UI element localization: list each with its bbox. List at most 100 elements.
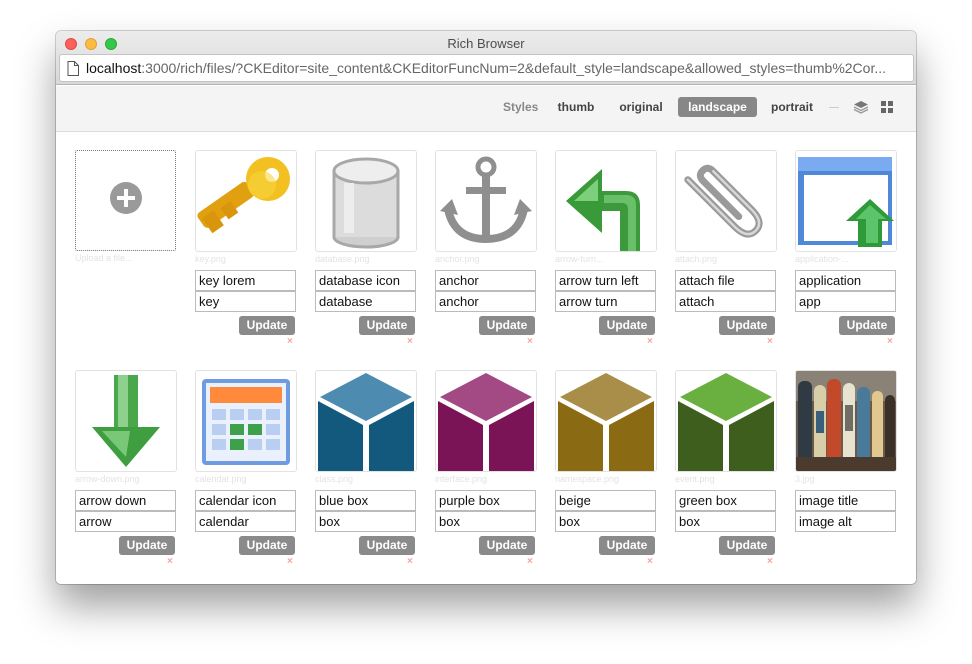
- title-field[interactable]: [75, 490, 176, 511]
- alt-field[interactable]: [435, 511, 536, 532]
- update-button[interactable]: Update: [839, 316, 895, 335]
- file-thumbnail[interactable]: [795, 370, 897, 472]
- title-field[interactable]: [195, 490, 296, 511]
- alt-field[interactable]: [195, 291, 296, 312]
- paperclip-icon: [684, 164, 763, 238]
- file-card: class.png Update ×: [315, 370, 417, 567]
- styles-toolbar: Styles thumb original landscape portrait: [56, 86, 916, 132]
- alt-field[interactable]: [795, 291, 896, 312]
- file-thumbnail[interactable]: [315, 370, 417, 472]
- title-field[interactable]: [315, 270, 416, 291]
- alt-field[interactable]: [315, 291, 416, 312]
- remove-icon[interactable]: ×: [407, 337, 417, 347]
- file-name: application-...: [795, 254, 849, 264]
- arrow-down-icon: [92, 375, 160, 467]
- file-name: class.png: [315, 474, 354, 484]
- file-card: interface.png Update ×: [435, 370, 537, 567]
- database-icon: [332, 157, 400, 249]
- remove-icon[interactable]: ×: [647, 337, 657, 347]
- file-card: key.png Update ×: [195, 150, 297, 347]
- file-card: arrow-turn... Update ×: [555, 150, 657, 347]
- upload-label: Upload a file...: [75, 253, 133, 263]
- url-text[interactable]: localhost:3000/rich/files/?CKEditor=site…: [86, 60, 908, 76]
- alt-field[interactable]: [555, 511, 656, 532]
- file-name: arrow-turn...: [555, 254, 604, 264]
- style-portrait-button[interactable]: portrait: [767, 97, 817, 117]
- style-thumb-button[interactable]: thumb: [552, 97, 600, 117]
- title-field[interactable]: [675, 490, 776, 511]
- style-original-button[interactable]: original: [614, 97, 668, 117]
- update-button[interactable]: Update: [359, 536, 415, 555]
- alt-field[interactable]: [435, 291, 536, 312]
- file-card: attach.png Update ×: [675, 150, 777, 347]
- alt-field[interactable]: [75, 511, 176, 532]
- remove-icon[interactable]: ×: [767, 557, 777, 567]
- file-thumbnail[interactable]: [315, 150, 417, 252]
- alt-field[interactable]: [315, 511, 416, 532]
- remove-icon[interactable]: ×: [887, 337, 897, 347]
- alt-field[interactable]: [555, 291, 656, 312]
- file-thumbnail[interactable]: [675, 150, 777, 252]
- remove-icon[interactable]: ×: [767, 337, 777, 347]
- update-button[interactable]: Update: [479, 536, 535, 555]
- file-thumbnail[interactable]: [195, 150, 297, 252]
- url-path: :3000/rich/files/?CKEditor=site_content&…: [141, 60, 887, 76]
- file-name: key.png: [195, 254, 226, 264]
- title-field[interactable]: [675, 270, 776, 291]
- title-field[interactable]: [555, 490, 656, 511]
- file-thumbnail[interactable]: [435, 150, 537, 252]
- style-landscape-button[interactable]: landscape: [678, 97, 757, 117]
- title-field[interactable]: [795, 270, 896, 291]
- file-thumbnail[interactable]: [795, 150, 897, 252]
- title-field[interactable]: [435, 270, 536, 291]
- upload-button[interactable]: [75, 150, 176, 251]
- alt-field[interactable]: [195, 511, 296, 532]
- update-button[interactable]: Update: [119, 536, 175, 555]
- file-card: database.png Update ×: [315, 150, 417, 347]
- address-bar[interactable]: localhost:3000/rich/files/?CKEditor=site…: [59, 54, 914, 82]
- remove-icon[interactable]: ×: [167, 557, 177, 567]
- update-button[interactable]: Update: [359, 316, 415, 335]
- purple-box-icon: [438, 373, 534, 471]
- file-card: anchor.png Update ×: [435, 150, 537, 347]
- remove-icon[interactable]: ×: [287, 557, 297, 567]
- update-button[interactable]: Update: [479, 316, 535, 335]
- file-thumbnail[interactable]: [555, 370, 657, 472]
- remove-icon[interactable]: ×: [527, 337, 537, 347]
- alt-field[interactable]: [675, 511, 776, 532]
- remove-icon[interactable]: ×: [647, 557, 657, 567]
- remove-icon[interactable]: ×: [527, 557, 537, 567]
- calendar-icon: [202, 379, 290, 465]
- file-thumbnail[interactable]: [75, 370, 177, 472]
- grid-icon[interactable]: [879, 99, 895, 115]
- file-thumbnail[interactable]: [195, 370, 297, 472]
- title-field[interactable]: [195, 270, 296, 291]
- update-button[interactable]: Update: [719, 536, 775, 555]
- beige-box-icon: [558, 373, 654, 471]
- remove-icon[interactable]: ×: [407, 557, 417, 567]
- update-button[interactable]: Update: [599, 316, 655, 335]
- file-name: event.png: [675, 474, 715, 484]
- title-field[interactable]: [435, 490, 536, 511]
- title-field[interactable]: [555, 270, 656, 291]
- file-thumbnail[interactable]: [675, 370, 777, 472]
- file-name: interface.png: [435, 474, 488, 484]
- update-button[interactable]: Update: [239, 536, 295, 555]
- title-field[interactable]: [315, 490, 416, 511]
- file-thumbnail[interactable]: [435, 370, 537, 472]
- alt-field[interactable]: [795, 511, 896, 532]
- file-thumbnail[interactable]: [555, 150, 657, 252]
- layers-icon[interactable]: [853, 99, 869, 115]
- file-card: namespace.png Update ×: [555, 370, 657, 567]
- remove-icon[interactable]: ×: [287, 337, 297, 347]
- window-title: Rich Browser: [447, 36, 525, 51]
- plus-circle-icon: [109, 181, 143, 220]
- file-name: namespace.png: [555, 474, 620, 484]
- file-name: anchor.png: [435, 254, 480, 264]
- title-field[interactable]: [795, 490, 896, 511]
- update-button[interactable]: Update: [239, 316, 295, 335]
- alt-field[interactable]: [675, 291, 776, 312]
- key-icon: [197, 157, 290, 234]
- update-button[interactable]: Update: [719, 316, 775, 335]
- update-button[interactable]: Update: [599, 536, 655, 555]
